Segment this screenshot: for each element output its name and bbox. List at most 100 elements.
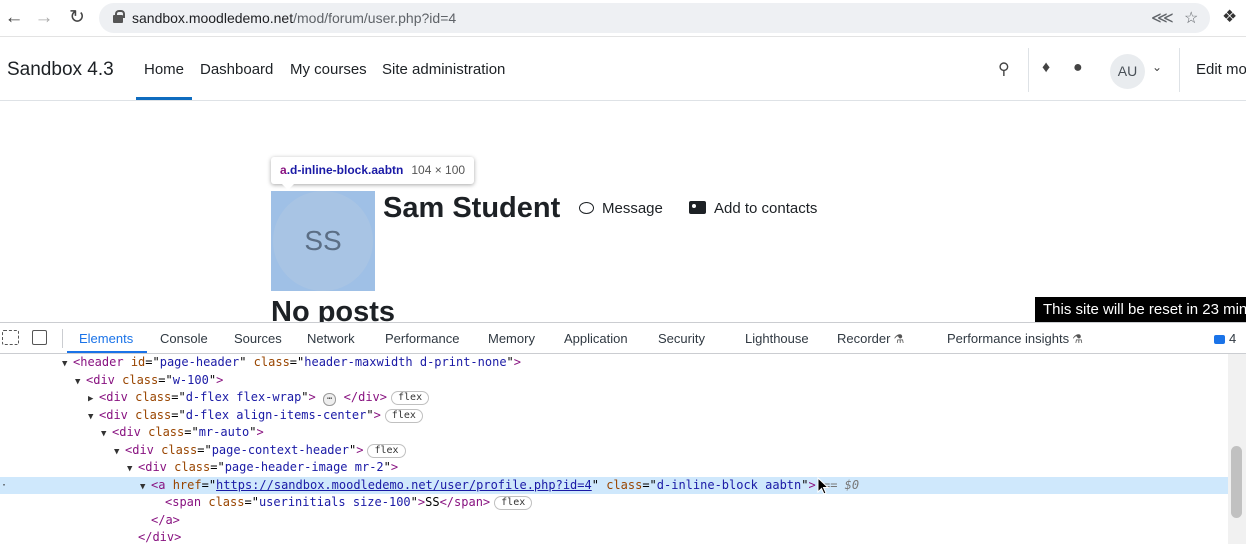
highlighted-avatar-link[interactable]: SS bbox=[271, 191, 375, 291]
share-icon[interactable]: ⋘ bbox=[1151, 8, 1174, 28]
puzzle-icon[interactable]: ❖ bbox=[1222, 7, 1237, 27]
element-picker-icon[interactable] bbox=[2, 330, 19, 345]
flask-icon: ⚗ bbox=[1072, 332, 1083, 346]
edit-mode-toggle[interactable]: Edit mode bbox=[1196, 61, 1246, 78]
tooltip-classes: .d-inline-block.aabtn bbox=[286, 163, 404, 177]
tab-lighthouse[interactable]: Lighthouse bbox=[745, 331, 809, 346]
attr-value: d-flex align-items-center bbox=[185, 407, 367, 422]
attr-value: header-maxwidth d-print-none bbox=[304, 355, 507, 369]
nav-dashboard[interactable]: Dashboard bbox=[200, 61, 273, 78]
star-icon[interactable]: ☆ bbox=[1184, 8, 1198, 28]
mouse-cursor-icon bbox=[817, 477, 829, 495]
dom-node[interactable]: </div> bbox=[0, 529, 1228, 544]
url-path: /mod/forum/user.php?id=4 bbox=[293, 10, 457, 26]
tab-network[interactable]: Network bbox=[307, 331, 355, 346]
back-icon[interactable]: ← bbox=[3, 7, 25, 29]
forward-icon[interactable]: → bbox=[33, 7, 55, 29]
site-navbar: Sandbox 4.3 Home Dashboard My courses Si… bbox=[0, 40, 1246, 101]
nav-my-courses[interactable]: My courses bbox=[290, 61, 367, 78]
device-toggle-icon[interactable] bbox=[32, 330, 47, 345]
attr-value: w-100 bbox=[172, 372, 209, 387]
tab-memory[interactable]: Memory bbox=[488, 331, 535, 346]
attr-value: d-inline-block aabtn bbox=[656, 477, 802, 492]
attr-value: page-context-header bbox=[211, 442, 349, 457]
dom-node[interactable]: </a> bbox=[0, 512, 1228, 530]
tab-performance[interactable]: Performance bbox=[385, 331, 459, 346]
node-text: SS bbox=[425, 495, 440, 509]
attr-value: d-flex flex-wrap bbox=[185, 390, 302, 404]
tooltip-tag: a bbox=[280, 163, 287, 177]
lock-icon bbox=[113, 10, 125, 23]
issues-counter[interactable]: 4 bbox=[1214, 331, 1236, 346]
active-tab-indicator bbox=[67, 351, 147, 353]
dom-tree: ▼ <header id="page-header" class="header-… bbox=[0, 354, 1228, 544]
href-link[interactable]: https://sandbox.moodledemo.net/user/prof… bbox=[216, 478, 592, 492]
attr-value: page-header bbox=[159, 355, 240, 369]
attr-value: mr-auto bbox=[198, 425, 250, 439]
tooltip-arrow bbox=[281, 183, 295, 190]
flask-icon: ⚗ bbox=[893, 332, 905, 346]
add-to-contacts-button[interactable]: Add to contacts bbox=[689, 200, 817, 217]
dom-node[interactable]: ▼ <div class="mr-auto"> bbox=[0, 424, 1228, 442]
search-icon[interactable]: ⚲ bbox=[998, 59, 1010, 79]
tab-separator bbox=[62, 329, 63, 348]
flex-badge[interactable]: flex bbox=[494, 496, 533, 510]
scrollbar-thumb[interactable] bbox=[1231, 446, 1242, 518]
issues-count: 4 bbox=[1229, 331, 1237, 346]
dom-node[interactable]: ▶ <div class="d-flex flex-wrap"> ⋯ </div>… bbox=[0, 389, 1228, 407]
flex-badge[interactable]: flex bbox=[367, 443, 406, 458]
issues-icon bbox=[1214, 335, 1225, 344]
dom-node[interactable]: <span class="userinitials size-100">SS</… bbox=[0, 494, 1228, 512]
reload-icon[interactable]: ↻ bbox=[66, 7, 88, 29]
chat-bubble-icon bbox=[579, 202, 594, 214]
browser-toolbar: ← → ↻ sandbox.moodledemo.net/mod/forum/u… bbox=[0, 0, 1246, 37]
nav-site-administration[interactable]: Site administration bbox=[382, 61, 505, 78]
dom-node[interactable]: ▼ <div class="page-header-image mr-2"> bbox=[0, 459, 1228, 477]
nav-home[interactable]: Home bbox=[144, 61, 184, 78]
attr-value: page-header-image mr-2 bbox=[224, 460, 384, 474]
user-avatar[interactable]: AU bbox=[1110, 54, 1145, 89]
tag-name: header bbox=[80, 355, 124, 369]
tab-performance-insights[interactable]: Performance insights ⚗ bbox=[947, 331, 1083, 346]
tab-performance-insights-label: Performance insights bbox=[947, 331, 1070, 346]
address-bar[interactable]: sandbox.moodledemo.net/mod/forum/user.ph… bbox=[99, 3, 1210, 33]
node-dots-icon: · bbox=[1, 479, 8, 491]
chat-icon[interactable]: ● bbox=[1073, 59, 1083, 77]
dom-node[interactable]: ▼ <div class="page-context-header"> flex bbox=[0, 442, 1228, 460]
flex-badge[interactable]: flex bbox=[391, 391, 430, 405]
url-text: sandbox.moodledemo.net/mod/forum/user.ph… bbox=[132, 10, 456, 26]
profile-name: Sam Student bbox=[383, 192, 561, 224]
flex-badge[interactable]: flex bbox=[384, 408, 423, 423]
site-brand[interactable]: Sandbox 4.3 bbox=[7, 59, 114, 81]
inspector-tooltip: a.d-inline-block.aabtn 104 × 100 bbox=[271, 157, 475, 184]
address-card-icon bbox=[689, 201, 706, 214]
ellipsis-badge[interactable]: ⋯ bbox=[323, 393, 337, 406]
attr-value: userinitials size-100 bbox=[258, 495, 411, 509]
bell-icon[interactable]: ♦ bbox=[1042, 59, 1050, 77]
dom-node[interactable]: ▼ <div class="w-100"> bbox=[0, 372, 1228, 390]
active-nav-indicator bbox=[136, 97, 192, 100]
tab-console[interactable]: Console bbox=[160, 331, 208, 346]
attr-name: id bbox=[130, 355, 146, 369]
add-contacts-label: Add to contacts bbox=[714, 200, 818, 217]
user-initials-avatar: SS bbox=[273, 191, 373, 291]
tab-security[interactable]: Security bbox=[658, 331, 705, 346]
dom-node[interactable]: ▼ <header id="page-header" class="header-… bbox=[0, 354, 1228, 372]
tab-sources[interactable]: Sources bbox=[234, 331, 282, 346]
attr-name: class bbox=[253, 355, 290, 369]
tab-elements[interactable]: Elements bbox=[79, 331, 133, 346]
tab-recorder[interactable]: Recorder ⚗ bbox=[837, 331, 904, 346]
dom-node-selected[interactable]: · ▼ <a href="https://sandbox.moodledemo.ne… bbox=[0, 476, 1228, 494]
devtools-tab-bar: Elements Console Sources Network Perform… bbox=[0, 323, 1246, 354]
message-label: Message bbox=[602, 200, 663, 217]
chevron-down-icon[interactable]: ⌄ bbox=[1152, 60, 1162, 74]
tooltip-dimensions: 104 × 100 bbox=[411, 163, 466, 177]
dom-node[interactable]: ▼ <div class="d-flex align-items-center">… bbox=[0, 407, 1228, 425]
navbar-divider bbox=[1179, 48, 1180, 92]
navbar-divider bbox=[1028, 48, 1029, 92]
tab-application[interactable]: Application bbox=[564, 331, 628, 346]
message-button[interactable]: Message bbox=[579, 200, 663, 217]
dom-tree-scrollbar[interactable] bbox=[1228, 354, 1246, 544]
url-host: sandbox.moodledemo.net bbox=[132, 10, 294, 26]
tab-recorder-label: Recorder bbox=[837, 331, 891, 346]
